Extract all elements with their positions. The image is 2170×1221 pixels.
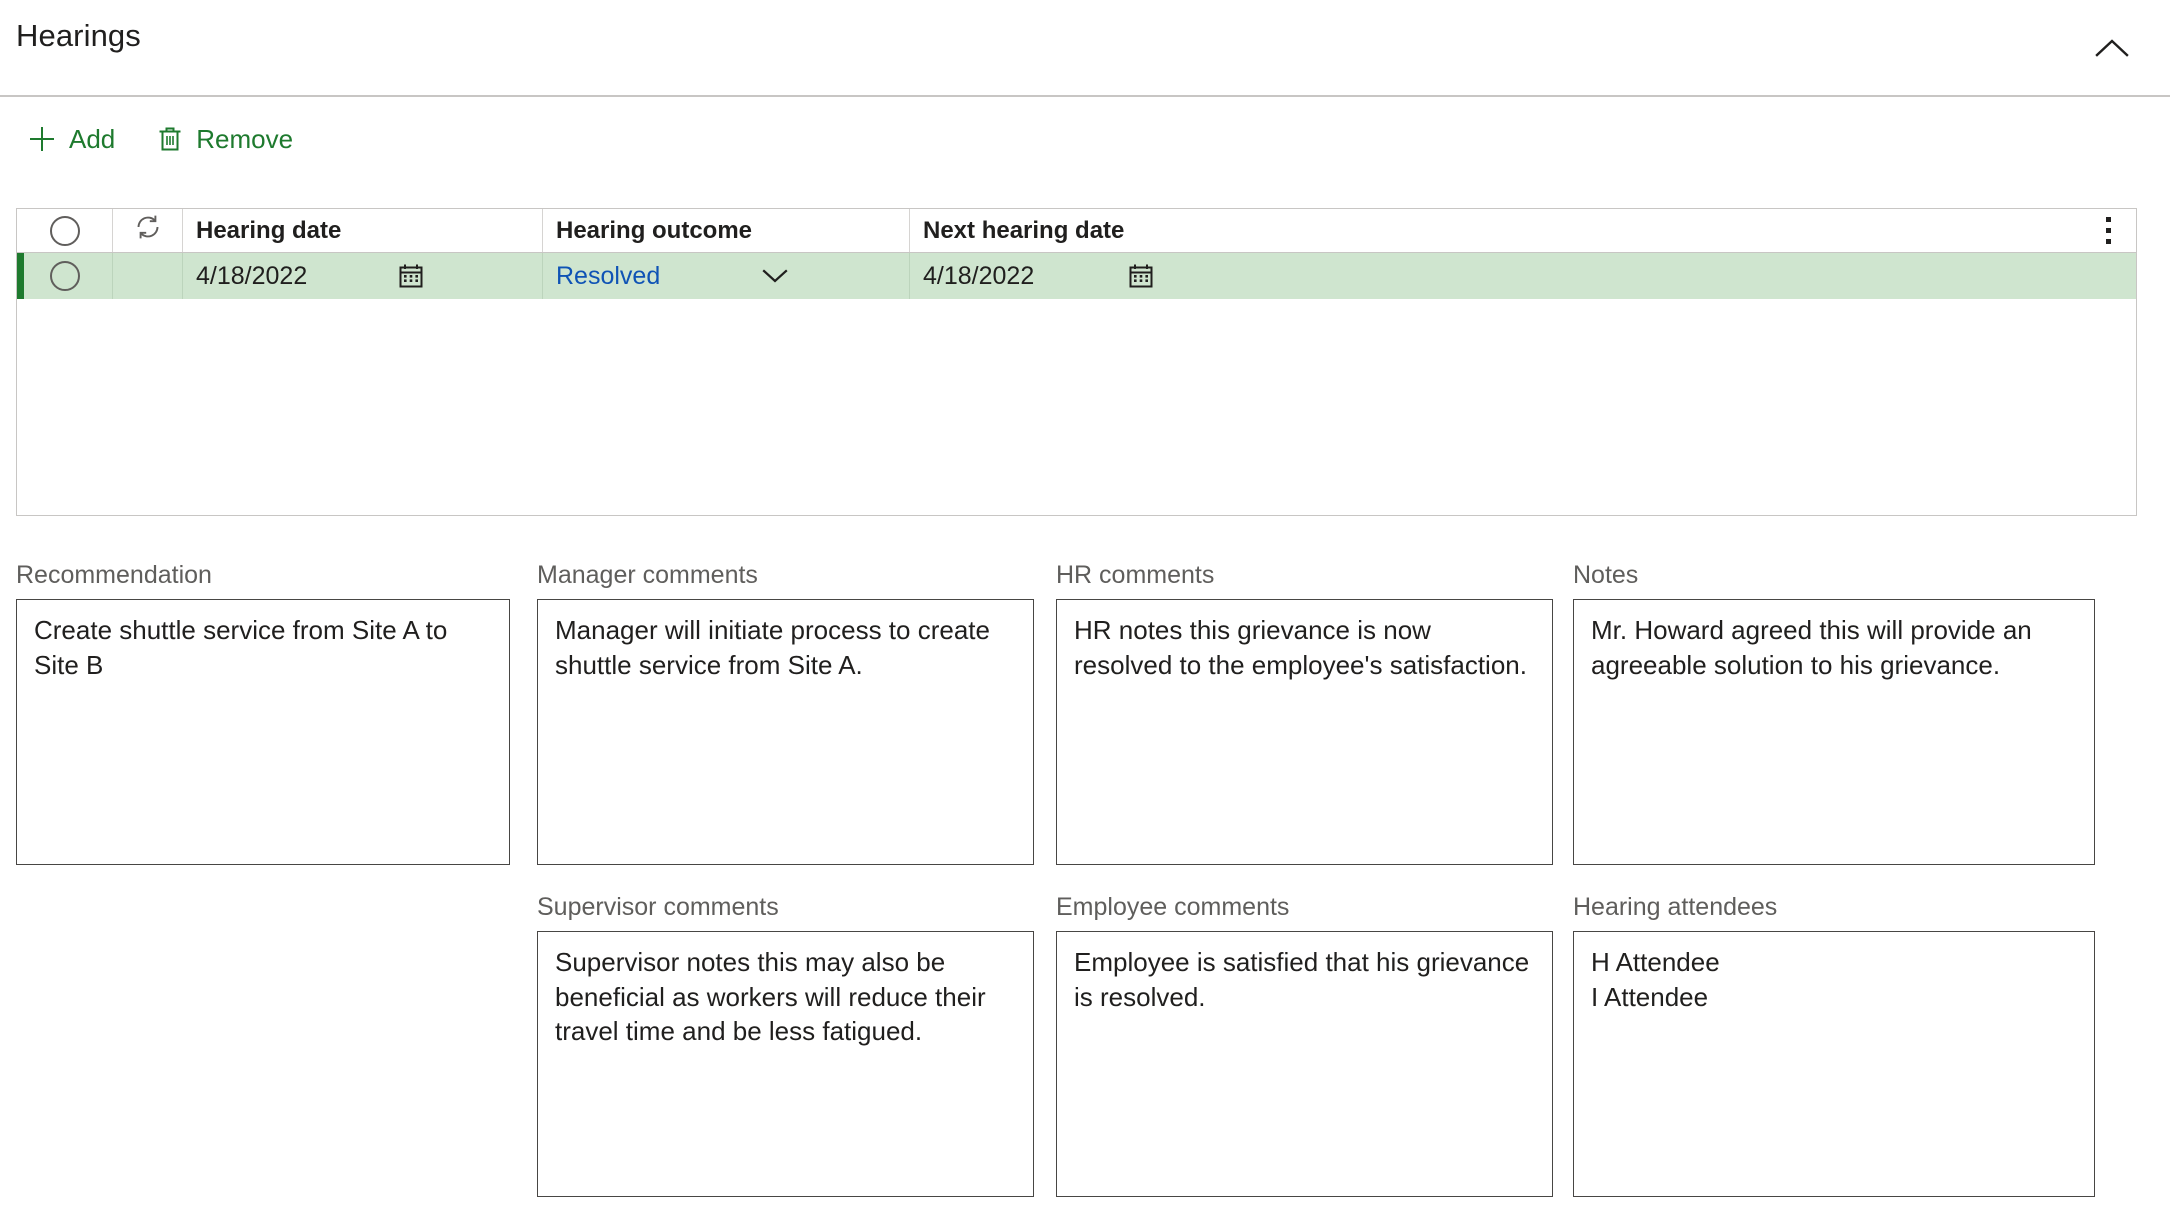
collapse-section-button[interactable] bbox=[2086, 22, 2138, 74]
field-hearing-attendees: Hearing attendees H Attendee I Attendee bbox=[1573, 892, 2095, 1197]
add-button[interactable]: Add bbox=[26, 119, 125, 159]
field-manager-comments: Manager comments Manager will initiate p… bbox=[537, 560, 1034, 865]
recommendation-textarea[interactable]: Create shuttle service from Site A to Si… bbox=[16, 599, 510, 865]
field-notes: Notes Mr. Howard agreed this will provid… bbox=[1573, 560, 2095, 865]
refresh-column-header[interactable] bbox=[113, 209, 183, 252]
section-header: Hearings bbox=[0, 0, 2170, 97]
cell-hearing-outcome-value: Resolved bbox=[556, 261, 661, 290]
trash-icon bbox=[157, 125, 183, 153]
plus-icon bbox=[28, 125, 56, 153]
manager-comments-textarea[interactable]: Manager will initiate process to create … bbox=[537, 599, 1034, 865]
column-header-hearing-date[interactable]: Hearing date bbox=[183, 209, 543, 252]
field-employee-comments-label: Employee comments bbox=[1056, 893, 1290, 921]
calendar-icon[interactable] bbox=[1128, 263, 1154, 289]
field-hr-comments: HR comments HR notes this grievance is n… bbox=[1056, 560, 1553, 865]
hearing-attendees-textarea[interactable]: H Attendee I Attendee bbox=[1573, 931, 2095, 1197]
remove-button[interactable]: Remove bbox=[155, 119, 303, 159]
table-row[interactable]: 4/18/2022 Resolved 4/18/2022 bbox=[17, 253, 2136, 299]
cell-hearing-date[interactable]: 4/18/2022 bbox=[183, 253, 543, 299]
cell-hearing-outcome[interactable]: Resolved bbox=[543, 253, 910, 299]
grid-toolbar: Add Remove bbox=[0, 99, 2170, 179]
employee-comments-textarea[interactable]: Employee is satisfied that his grievance… bbox=[1056, 931, 1553, 1197]
field-supervisor-comments-label: Supervisor comments bbox=[537, 893, 779, 921]
field-recommendation: Recommendation Create shuttle service fr… bbox=[16, 560, 510, 865]
page-title: Hearings bbox=[16, 18, 141, 53]
cell-next-hearing-date[interactable]: 4/18/2022 bbox=[910, 253, 2136, 299]
field-employee-comments: Employee comments Employee is satisfied … bbox=[1056, 892, 1553, 1197]
row-selection-indicator bbox=[17, 253, 24, 299]
calendar-icon[interactable] bbox=[398, 263, 424, 289]
field-manager-comments-label: Manager comments bbox=[537, 561, 758, 589]
supervisor-comments-textarea[interactable]: Supervisor notes this may also be benefi… bbox=[537, 931, 1034, 1197]
notes-textarea[interactable]: Mr. Howard agreed this will provide an a… bbox=[1573, 599, 2095, 865]
hr-comments-textarea[interactable]: HR notes this grievance is now resolved … bbox=[1056, 599, 1553, 865]
chevron-down-icon[interactable] bbox=[761, 267, 789, 285]
more-vertical-icon[interactable] bbox=[2094, 214, 2122, 248]
row-refresh-cell bbox=[113, 253, 183, 299]
row-select-cell[interactable] bbox=[17, 253, 113, 299]
column-header-next-hearing-date[interactable]: Next hearing date bbox=[910, 209, 2136, 252]
add-button-label: Add bbox=[69, 124, 116, 154]
chevron-up-icon bbox=[2095, 38, 2129, 58]
field-notes-label: Notes bbox=[1573, 561, 1639, 589]
field-hr-comments-label: HR comments bbox=[1056, 561, 1215, 589]
radio-circle-icon[interactable] bbox=[49, 215, 80, 246]
cell-hearing-date-value: 4/18/2022 bbox=[196, 261, 308, 290]
remove-button-label: Remove bbox=[196, 124, 294, 154]
radio-circle-icon[interactable] bbox=[49, 261, 80, 291]
field-recommendation-label: Recommendation bbox=[16, 561, 212, 589]
cell-next-hearing-date-value: 4/18/2022 bbox=[923, 261, 1035, 290]
grid-header-row: Hearing date Hearing outcome Next hearin… bbox=[17, 209, 2136, 253]
grid-empty-area bbox=[17, 299, 2136, 515]
hearings-grid: Hearing date Hearing outcome Next hearin… bbox=[16, 208, 2137, 516]
field-hearing-attendees-label: Hearing attendees bbox=[1573, 893, 1778, 921]
select-all-cell[interactable] bbox=[17, 209, 113, 252]
field-supervisor-comments: Supervisor comments Supervisor notes thi… bbox=[537, 892, 1034, 1197]
column-header-hearing-outcome[interactable]: Hearing outcome bbox=[543, 209, 910, 252]
refresh-icon bbox=[133, 212, 163, 249]
